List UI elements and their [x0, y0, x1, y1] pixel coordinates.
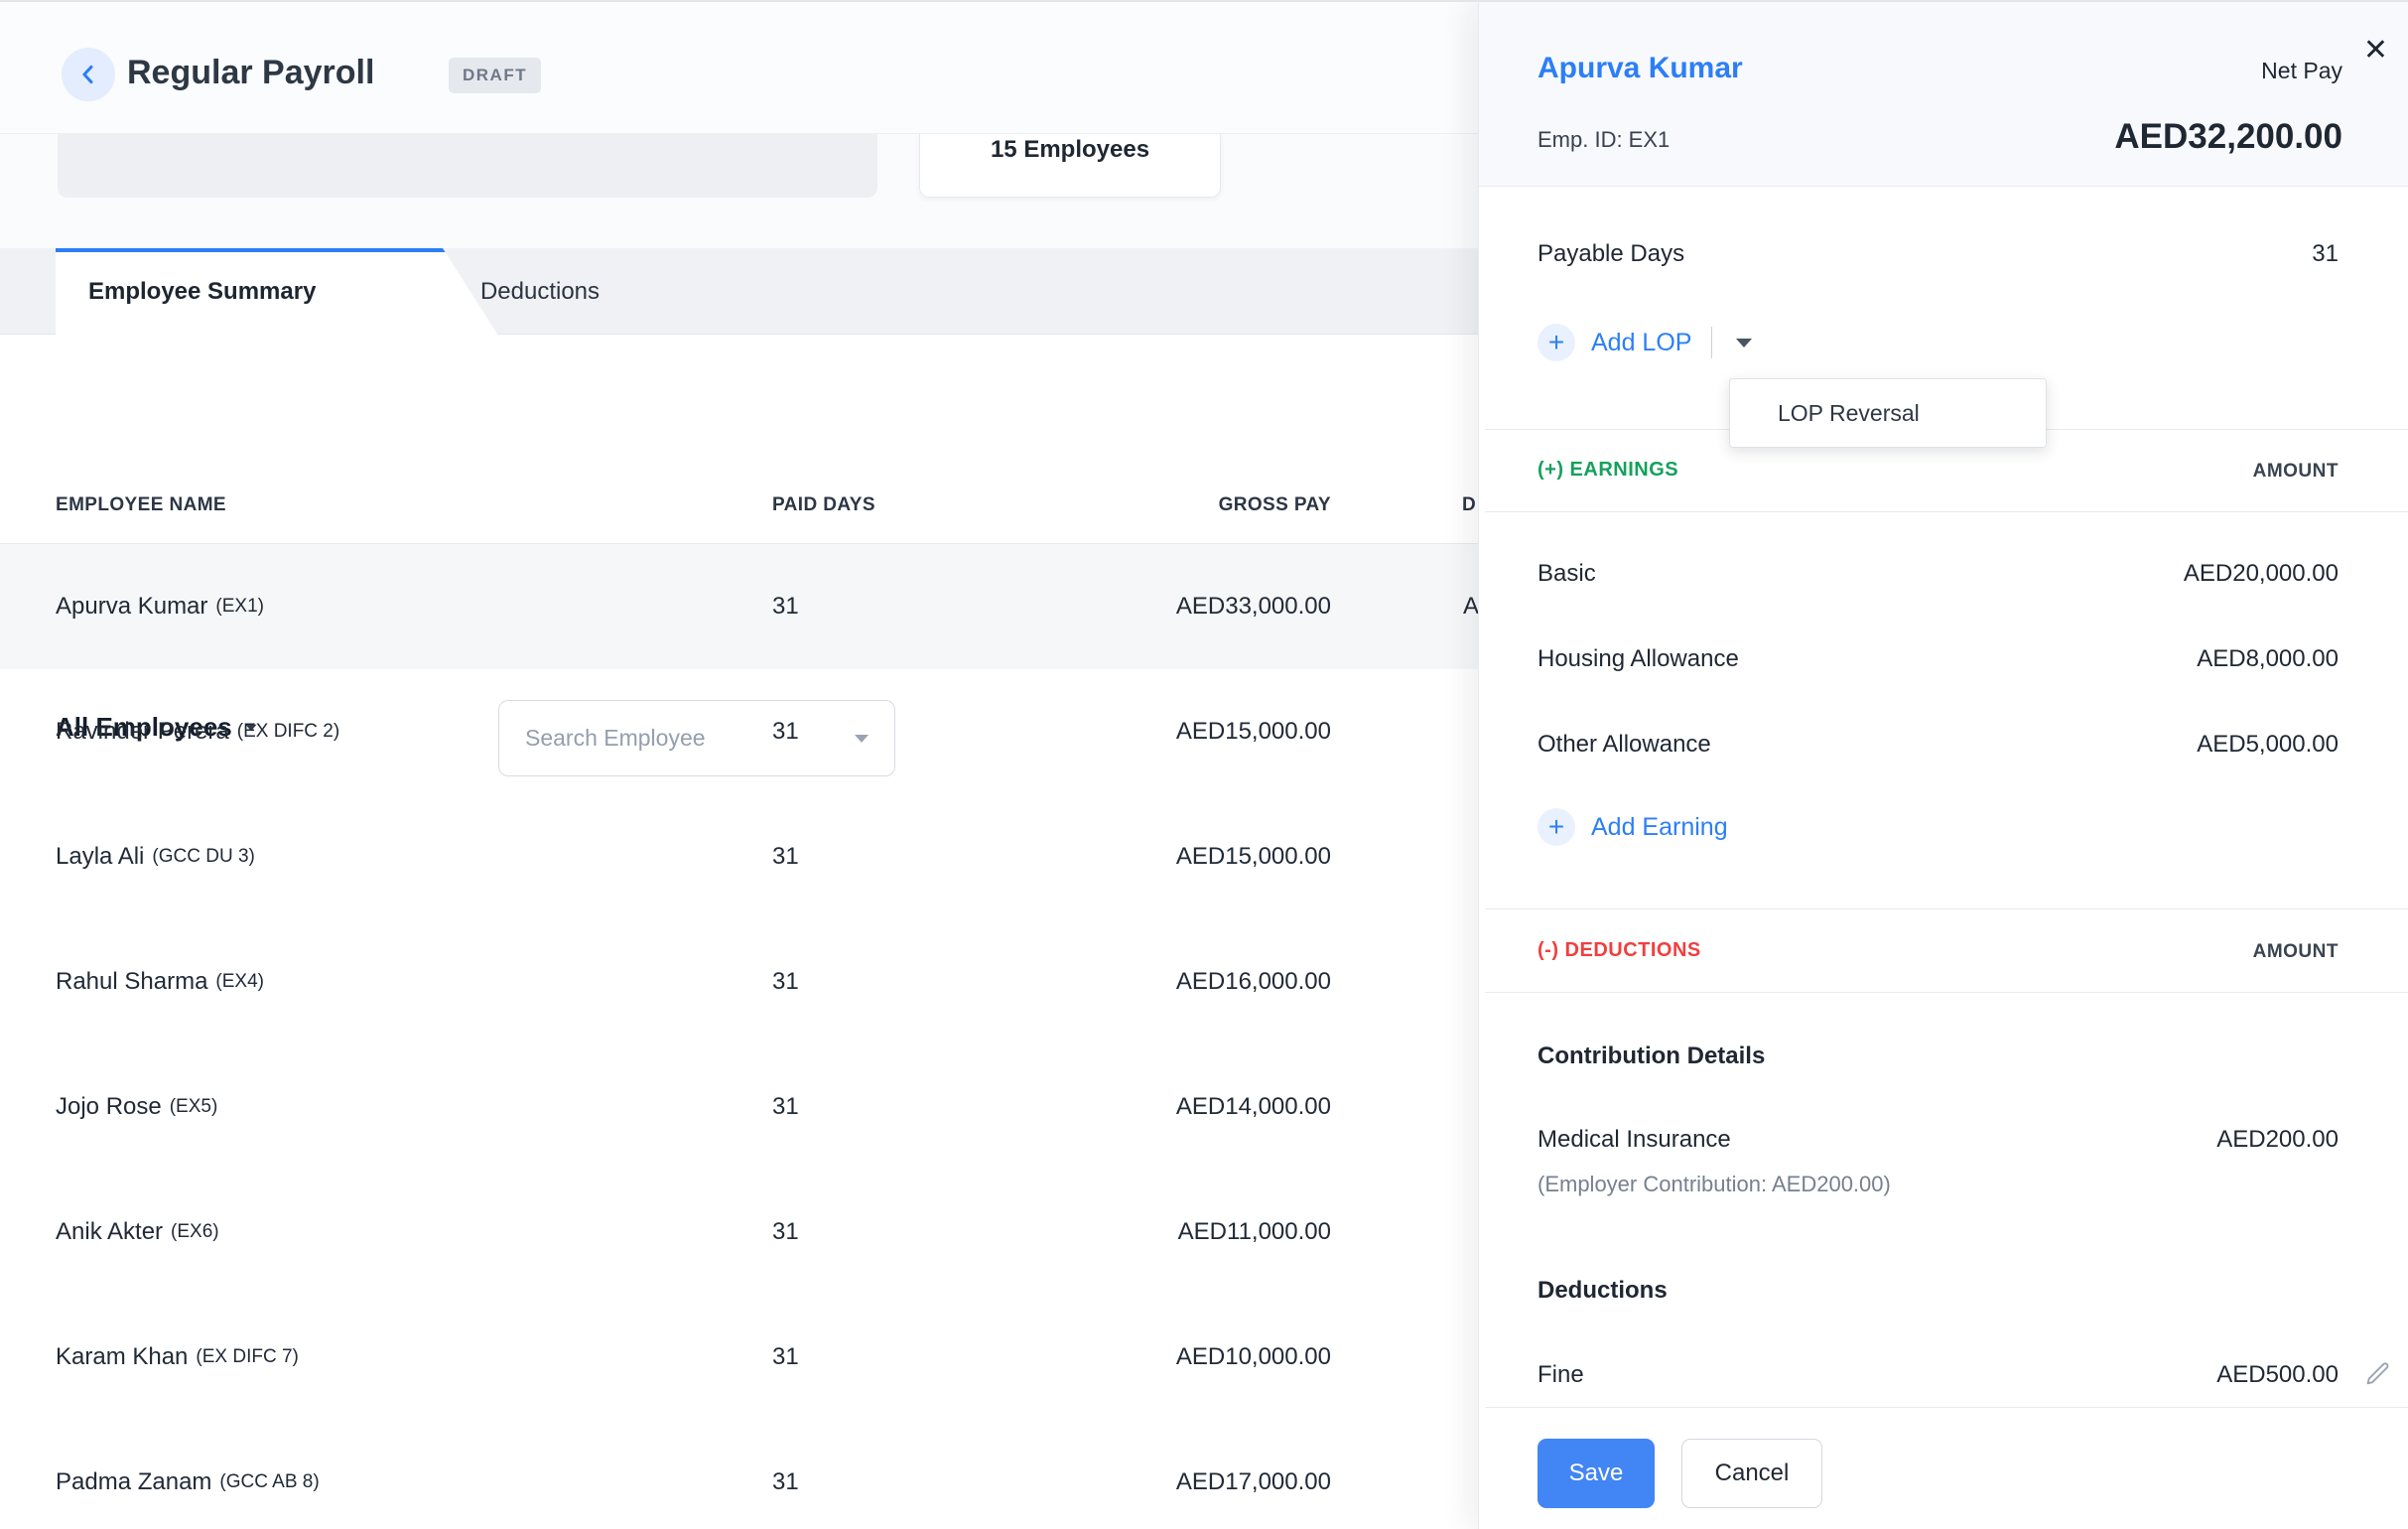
- paid-days-cell: 31: [772, 794, 799, 919]
- payable-days-label: Payable Days: [1538, 240, 1684, 268]
- employee-name-cell: Anik Akter(EX6): [56, 1170, 219, 1295]
- table-row[interactable]: Apurva Kumar(EX1) 31 AED33,000.00 A: [0, 544, 1478, 669]
- add-earning-label: Add Earning: [1591, 813, 1728, 842]
- column-deductions-partial: D: [1462, 494, 1476, 516]
- column-employee-name: EMPLOYEE NAME: [56, 494, 226, 516]
- filter-row: All Employees Search Employee: [0, 335, 1478, 471]
- payroll-app: 15 Employees Regular Payroll DRAFT Emplo…: [0, 0, 2408, 1529]
- edit-icon[interactable]: [2364, 1360, 2392, 1393]
- employee-name-cell: Jojo Rose(EX5): [56, 1044, 217, 1170]
- contribution-details-title: Contribution Details: [1538, 1042, 1765, 1070]
- paid-days-cell: 31: [772, 1295, 799, 1420]
- deduction-label: Fine: [1538, 1361, 1584, 1389]
- menu-item-lop-reversal[interactable]: LOP Reversal: [1729, 378, 2047, 448]
- main-area: 15 Employees Regular Payroll DRAFT Emplo…: [0, 2, 1478, 1529]
- earning-amount: AED20,000.00: [2184, 560, 2339, 588]
- paid-days-cell: 31: [772, 919, 799, 1044]
- deduction-label: Medical Insurance: [1538, 1126, 1731, 1154]
- paid-days-cell: 31: [772, 1044, 799, 1170]
- net-pay-label: Net Pay: [2261, 58, 2342, 84]
- tab-label: Employee Summary: [88, 248, 316, 336]
- divider: [1711, 327, 1712, 358]
- divider: [1485, 1407, 2408, 1408]
- gross-pay-cell: AED10,000.00: [1176, 1295, 1331, 1420]
- earnings-section-header: (+) EARNINGS: [1538, 459, 1678, 482]
- employee-name-cell: Ravinder Perera(EX DIFC 2): [56, 669, 339, 794]
- gross-pay-cell: AED11,000.00: [1178, 1170, 1331, 1295]
- divider: [1485, 511, 2408, 512]
- top-bar: Regular Payroll DRAFT: [0, 2, 1478, 134]
- earnings-amount-header: AMOUNT: [2253, 461, 2339, 483]
- table-row[interactable]: Ravinder Perera(EX DIFC 2) 31 AED15,000.…: [0, 669, 1478, 794]
- payable-days-value: 31: [2312, 240, 2339, 268]
- gross-pay-cell: AED14,000.00: [1176, 1044, 1331, 1170]
- employee-table: Apurva Kumar(EX1) 31 AED33,000.00 A Ravi…: [0, 544, 1478, 1529]
- paid-days-cell: 31: [772, 669, 799, 794]
- table-row[interactable]: Anik Akter(EX6) 31 AED11,000.00: [0, 1170, 1478, 1295]
- table-header: EMPLOYEE NAME PAID DAYS GROSS PAY D: [0, 471, 1478, 544]
- deduction-amount: AED500.00: [2216, 1361, 2339, 1389]
- column-paid-days: PAID DAYS: [772, 494, 875, 516]
- add-lop-label: Add LOP: [1591, 329, 1691, 357]
- paid-days-cell: 31: [772, 1420, 799, 1529]
- table-row[interactable]: Rahul Sharma(EX4) 31 AED16,000.00: [0, 919, 1478, 1044]
- chevron-left-icon: [74, 61, 102, 88]
- paid-days-cell: 31: [772, 1170, 799, 1295]
- table-row[interactable]: Jojo Rose(EX5) 31 AED14,000.00: [0, 1044, 1478, 1170]
- deduction-amount: AED200.00: [2216, 1126, 2339, 1154]
- employee-name-link[interactable]: Apurva Kumar: [1538, 52, 1743, 85]
- page-title: Regular Payroll: [127, 54, 374, 92]
- earning-label: Other Allowance: [1538, 731, 1711, 759]
- gross-pay-cell: AED16,000.00: [1176, 919, 1331, 1044]
- save-button[interactable]: Save: [1538, 1439, 1655, 1508]
- tab-employee-summary[interactable]: Employee Summary: [56, 248, 498, 336]
- employee-detail-panel: Apurva Kumar Net Pay Emp. ID: EX1 AED32,…: [1478, 2, 2408, 1529]
- summary-card-clipped: [58, 134, 877, 198]
- paid-days-cell: 31: [772, 544, 799, 669]
- gross-pay-cell: AED17,000.00: [1176, 1420, 1331, 1529]
- employees-count-card[interactable]: 15 Employees: [919, 134, 1221, 198]
- deductions-section-header: (-) DEDUCTIONS: [1538, 939, 1701, 962]
- panel-header: Apurva Kumar Net Pay Emp. ID: EX1 AED32,…: [1479, 2, 2408, 187]
- employee-name-cell: Rahul Sharma(EX4): [56, 919, 264, 1044]
- plus-icon: +: [1538, 808, 1575, 846]
- earning-label: Basic: [1538, 560, 1596, 588]
- deductions-subsection-title: Deductions: [1538, 1277, 1668, 1305]
- add-earning-button[interactable]: + Add Earning: [1538, 808, 1728, 846]
- deduction-partial-cell: A: [1463, 544, 1479, 669]
- employee-name-cell: Padma Zanam(GCC AB 8): [56, 1420, 320, 1529]
- earning-label: Housing Allowance: [1538, 645, 1739, 673]
- plus-icon: +: [1538, 324, 1575, 361]
- employee-id: Emp. ID: EX1: [1538, 127, 1670, 153]
- gross-pay-cell: AED15,000.00: [1176, 669, 1331, 794]
- status-badge: DRAFT: [449, 58, 541, 93]
- net-pay-value: AED32,200.00: [2114, 117, 2342, 157]
- earning-amount: AED5,000.00: [2197, 731, 2339, 759]
- employee-name-cell: Karam Khan(EX DIFC 7): [56, 1295, 299, 1420]
- employer-contribution-note: (Employer Contribution: AED200.00): [1538, 1172, 1891, 1197]
- table-row[interactable]: Padma Zanam(GCC AB 8) 31 AED17,000.00: [0, 1420, 1478, 1529]
- gross-pay-cell: AED15,000.00: [1176, 794, 1331, 919]
- table-row[interactable]: Layla Ali(GCC DU 3) 31 AED15,000.00: [0, 794, 1478, 919]
- close-icon[interactable]: ✕: [2363, 36, 2388, 66]
- deductions-amount-header: AMOUNT: [2253, 941, 2339, 963]
- divider: [1485, 992, 2408, 993]
- add-lop-button[interactable]: + Add LOP: [1538, 324, 1752, 361]
- earning-amount: AED8,000.00: [2197, 645, 2339, 673]
- table-row[interactable]: Karam Khan(EX DIFC 7) 31 AED10,000.00: [0, 1295, 1478, 1420]
- chevron-down-icon[interactable]: [1736, 339, 1752, 348]
- divider: [1485, 908, 2408, 909]
- employee-name-cell: Apurva Kumar(EX1): [56, 544, 264, 669]
- back-button[interactable]: [62, 48, 115, 101]
- cancel-button[interactable]: Cancel: [1681, 1439, 1822, 1508]
- column-gross-pay: GROSS PAY: [1219, 494, 1331, 516]
- gross-pay-cell: AED33,000.00: [1176, 544, 1331, 669]
- employee-name-cell: Layla Ali(GCC DU 3): [56, 794, 255, 919]
